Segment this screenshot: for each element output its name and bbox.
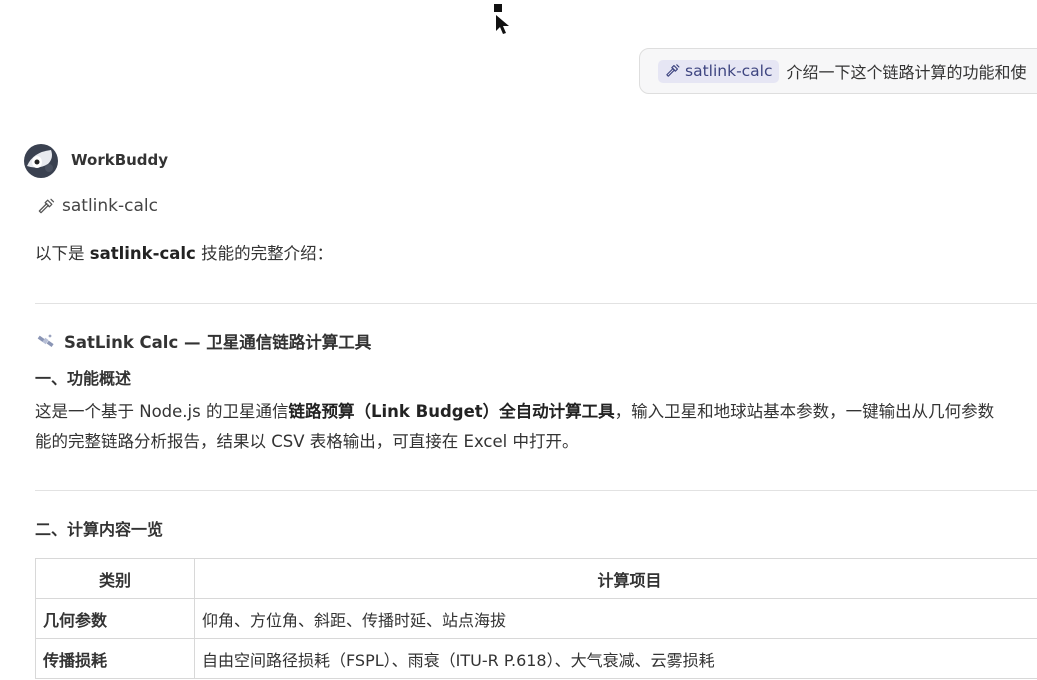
calc-content-table: 类别 计算项目 几何参数 仰角、方位角、斜距、传播时延、站点海拔 传播损耗 自由… bbox=[35, 558, 1037, 679]
mouse-pointer-icon bbox=[494, 4, 509, 34]
table-row: 几何参数 仰角、方位角、斜距、传播时延、站点海拔 bbox=[35, 598, 1037, 639]
hammer-icon bbox=[666, 64, 680, 77]
intro-suffix: 技能的完整介绍： bbox=[195, 244, 334, 263]
workbuddy-avatar-icon bbox=[24, 144, 58, 178]
skill-chip-label: satlink-calc bbox=[685, 61, 773, 80]
table-cell-items: 仰角、方位角、斜距、传播时延、站点海拔 bbox=[194, 598, 1037, 639]
assistant-name: WorkBuddy bbox=[71, 151, 169, 169]
section1-line1: 这是一个基于 Node.js 的卫星通信链路预算（Link Budget）全自动… bbox=[35, 397, 1037, 427]
user-message-text: 介绍一下这个链路计算的功能和使 bbox=[786, 63, 1027, 82]
table-cell-category: 传播损耗 bbox=[35, 638, 195, 679]
section2-heading: 二、计算内容一览 bbox=[35, 520, 164, 539]
section1-line2: 能的完整链路分析报告，结果以 CSV 表格输出，可直接在 Excel 中打开。 bbox=[35, 432, 579, 451]
line1-part-a: 这是一个基于 Node.js 的卫星通信 bbox=[35, 402, 289, 421]
table-cell-items: 自由空间路径损耗（FSPL）、雨衰（ITU-R P.618）、大气衰减、云雾损耗 bbox=[194, 638, 1037, 679]
table-header-category: 类别 bbox=[35, 558, 195, 599]
table-row: 传播损耗 自由空间路径损耗（FSPL）、雨衰（ITU-R P.618）、大气衰减… bbox=[35, 638, 1037, 679]
table-cell-category: 几何参数 bbox=[35, 598, 195, 639]
user-message-bubble: satlink-calc 介绍一下这个链路计算的功能和使 bbox=[639, 48, 1037, 94]
skill-chip[interactable]: satlink-calc bbox=[658, 59, 779, 83]
hammer-icon bbox=[38, 198, 55, 214]
table-header-row: 类别 计算项目 bbox=[35, 558, 1037, 599]
table-header-items: 计算项目 bbox=[194, 558, 1037, 599]
satellite-icon bbox=[37, 334, 54, 347]
divider bbox=[35, 303, 1037, 304]
line1-bold: 链路预算（Link Budget）全自动计算工具 bbox=[288, 402, 615, 421]
section-title: SatLink Calc — 卫星通信链路计算工具 bbox=[36, 329, 371, 353]
intro-skill-name: satlink-calc bbox=[89, 244, 196, 263]
skill-tag-label: satlink-calc bbox=[62, 196, 158, 216]
section-title-text: SatLink Calc — 卫星通信链路计算工具 bbox=[64, 333, 372, 352]
intro-prefix: 以下是 bbox=[35, 244, 90, 263]
skill-tag[interactable]: satlink-calc bbox=[36, 196, 158, 216]
divider bbox=[35, 490, 1037, 491]
section1-paragraph: 这是一个基于 Node.js 的卫星通信链路预算（Link Budget）全自动… bbox=[35, 397, 1037, 457]
intro-text: 以下是 satlink-calc 技能的完整介绍： bbox=[35, 240, 333, 264]
section1-heading: 一、功能概述 bbox=[35, 369, 132, 388]
line1-part-c: ，输入卫星和地球站基本参数，一键输出从几何参数 bbox=[614, 402, 995, 421]
